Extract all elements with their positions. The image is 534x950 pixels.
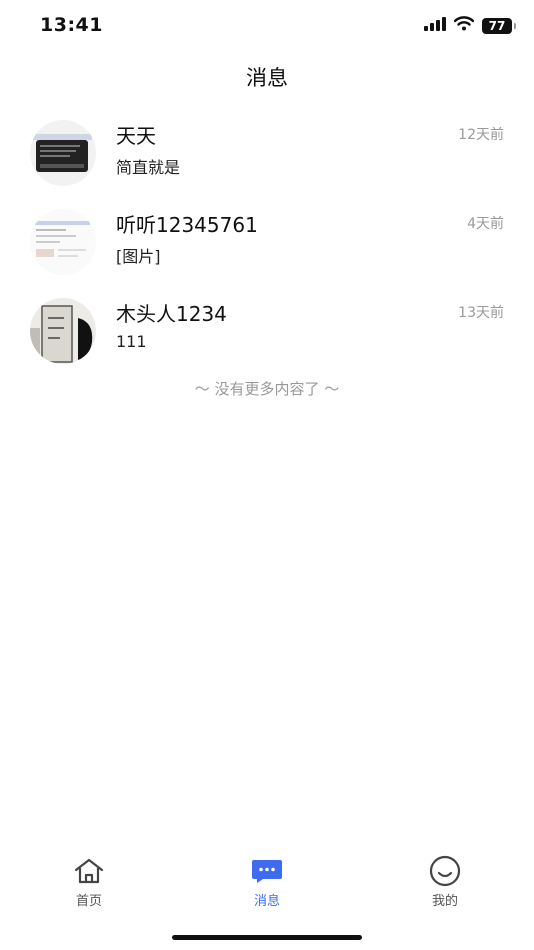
status-icons: 77 xyxy=(424,16,516,35)
avatar xyxy=(30,209,96,275)
battery-icon: 77 xyxy=(482,17,516,34)
contact-name: 听听12345761 xyxy=(116,213,258,237)
tab-label: 首页 xyxy=(75,894,102,909)
tab-profile[interactable]: 我的 xyxy=(395,855,495,909)
signal-icon xyxy=(424,16,446,35)
message-time: 13天前 xyxy=(458,305,504,321)
tab-label: 消息 xyxy=(253,894,280,909)
message-preview: 111 xyxy=(116,332,147,351)
status-time: 13:41 xyxy=(40,14,103,36)
message-time: 12天前 xyxy=(458,127,504,143)
message-preview: 简直就是 xyxy=(116,158,181,177)
avatar xyxy=(30,298,96,364)
smile-icon xyxy=(395,855,495,887)
contact-name: 木头人1234 xyxy=(116,302,227,326)
home-icon xyxy=(39,856,139,886)
chat-icon xyxy=(217,856,317,886)
page-title: 消息 xyxy=(246,66,288,90)
message-preview: [图片] xyxy=(116,247,161,266)
message-list: 天天 12天前 简直就是 听听12345761 4天前 [图片] 木头人1234… xyxy=(0,110,534,377)
avatar xyxy=(30,120,96,186)
status-bar: 13:41 77 xyxy=(0,0,534,52)
tab-bar: 首页 消息 我的 xyxy=(0,846,534,916)
message-item[interactable]: 木头人1234 13天前 111 xyxy=(0,288,534,377)
wifi-icon xyxy=(453,16,475,35)
tab-label: 我的 xyxy=(431,894,458,909)
tab-home[interactable]: 首页 xyxy=(39,856,139,909)
no-more-content-note: ～ 没有更多内容了 ～ xyxy=(194,380,340,398)
message-item[interactable]: 听听12345761 4天前 [图片] xyxy=(0,199,534,288)
tab-messages[interactable]: 消息 xyxy=(217,856,317,909)
message-time: 4天前 xyxy=(467,216,504,232)
contact-name: 天天 xyxy=(116,124,156,148)
message-item[interactable]: 天天 12天前 简直就是 xyxy=(0,110,534,199)
home-indicator[interactable] xyxy=(172,935,362,940)
